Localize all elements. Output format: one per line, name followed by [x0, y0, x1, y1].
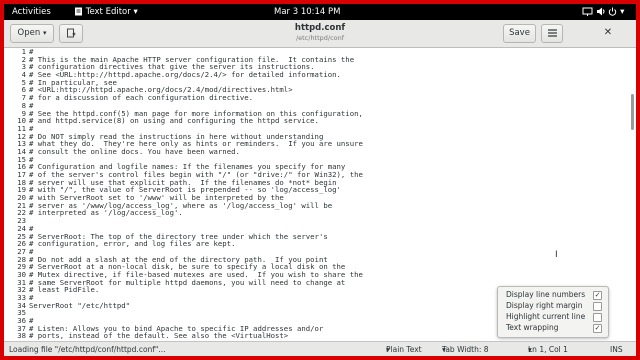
mouse-cursor-icon: I: [555, 250, 558, 260]
text-editor-icon: [75, 7, 82, 16]
activities-button[interactable]: Activities: [12, 4, 51, 20]
text-wrapping-option[interactable]: Text wrapping ✓: [506, 322, 602, 333]
screen: Activities Text Editor ▾ Mar 3 10:14 PM: [4, 4, 636, 356]
insert-mode-indicator: INS: [610, 345, 623, 354]
option-label: Highlight current line: [506, 312, 586, 321]
chevron-down-icon: ▾: [620, 7, 625, 17]
app-menu[interactable]: Text Editor ▾: [74, 4, 138, 20]
code-line[interactable]: # ports, instead of the default. See als…: [29, 332, 363, 340]
tab-width-label: Tab Width: 8: [442, 345, 489, 354]
status-bar: Loading file "/etc/httpd/conf/httpd.conf…: [4, 341, 636, 356]
option-checkbox[interactable]: ✓: [593, 324, 602, 333]
menu-button[interactable]: [541, 24, 563, 43]
close-icon: ✕: [603, 27, 613, 38]
document-text[interactable]: # # This is the main Apache HTTP server c…: [29, 48, 363, 340]
code-line[interactable]: # interpreted as '/log/access_log'.: [29, 209, 363, 217]
header-bar: Open ▾ httpd.conf /etc/httpd/conf Save ✕: [4, 20, 636, 48]
code-line[interactable]: [29, 309, 363, 317]
option-label: Display right margin: [506, 301, 583, 310]
code-line[interactable]: # and httpd.service(8) on using and conf…: [29, 117, 363, 125]
cursor-position-label: Ln 1, Col 1: [528, 345, 568, 354]
option-checkbox[interactable]: [593, 302, 602, 311]
code-line[interactable]: # configuration, error, and log files ar…: [29, 240, 363, 248]
system-menu[interactable]: ▾: [582, 4, 624, 20]
scrollbar[interactable]: [631, 94, 634, 130]
save-button[interactable]: Save: [503, 24, 536, 43]
clock[interactable]: Mar 3 10:14 PM: [274, 4, 341, 20]
chevron-down-icon: ▾: [442, 345, 446, 354]
line-number-gutter: 1 2 3 4 5 6 7 8 9 10 11 12 13 14 15 16 17 18 19 20 21 22 23 24 2…: [4, 48, 27, 340]
power-icon: [609, 7, 617, 16]
language-label: Plain Text: [386, 345, 422, 354]
save-button-label: Save: [509, 28, 530, 38]
chevron-down-icon: ▾: [528, 345, 532, 354]
app-name-label: Text Editor: [85, 7, 131, 17]
menu-icon: [547, 28, 557, 37]
display-right-margin-option[interactable]: Display right margin: [506, 300, 602, 311]
code-line[interactable]: # consult the online docs. You have been…: [29, 148, 363, 156]
option-checkbox[interactable]: ✓: [593, 291, 602, 300]
code-line[interactable]: [29, 217, 363, 225]
chevron-down-icon: ▾: [386, 345, 390, 354]
volume-icon: [596, 7, 605, 16]
display-line-numbers-option[interactable]: Display line numbers ✓: [506, 289, 602, 300]
option-checkbox[interactable]: [593, 313, 602, 322]
option-label: Display line numbers: [506, 290, 586, 299]
option-label: Text wrapping: [506, 323, 559, 332]
line-number: 38: [17, 331, 26, 341]
close-button[interactable]: ✕: [600, 25, 616, 41]
network-icon: [582, 7, 593, 16]
view-options-popover: Display line numbers ✓ Display right mar…: [497, 286, 609, 338]
clock-label: Mar 3 10:14 PM: [274, 7, 341, 17]
loading-status: Loading file "/etc/httpd/conf/httpd.conf…: [9, 345, 166, 354]
code-line[interactable]: # least PidFile.: [29, 286, 363, 294]
code-line[interactable]: # for a discussion of each configuration…: [29, 94, 363, 102]
highlight-current-line-option[interactable]: Highlight current line: [506, 311, 602, 322]
gnome-top-bar: Activities Text Editor ▾ Mar 3 10:14 PM: [4, 4, 636, 20]
code-line[interactable]: ServerRoot "/etc/httpd": [29, 301, 363, 310]
chevron-down-icon: ▾: [133, 7, 138, 17]
activities-label: Activities: [12, 7, 51, 17]
